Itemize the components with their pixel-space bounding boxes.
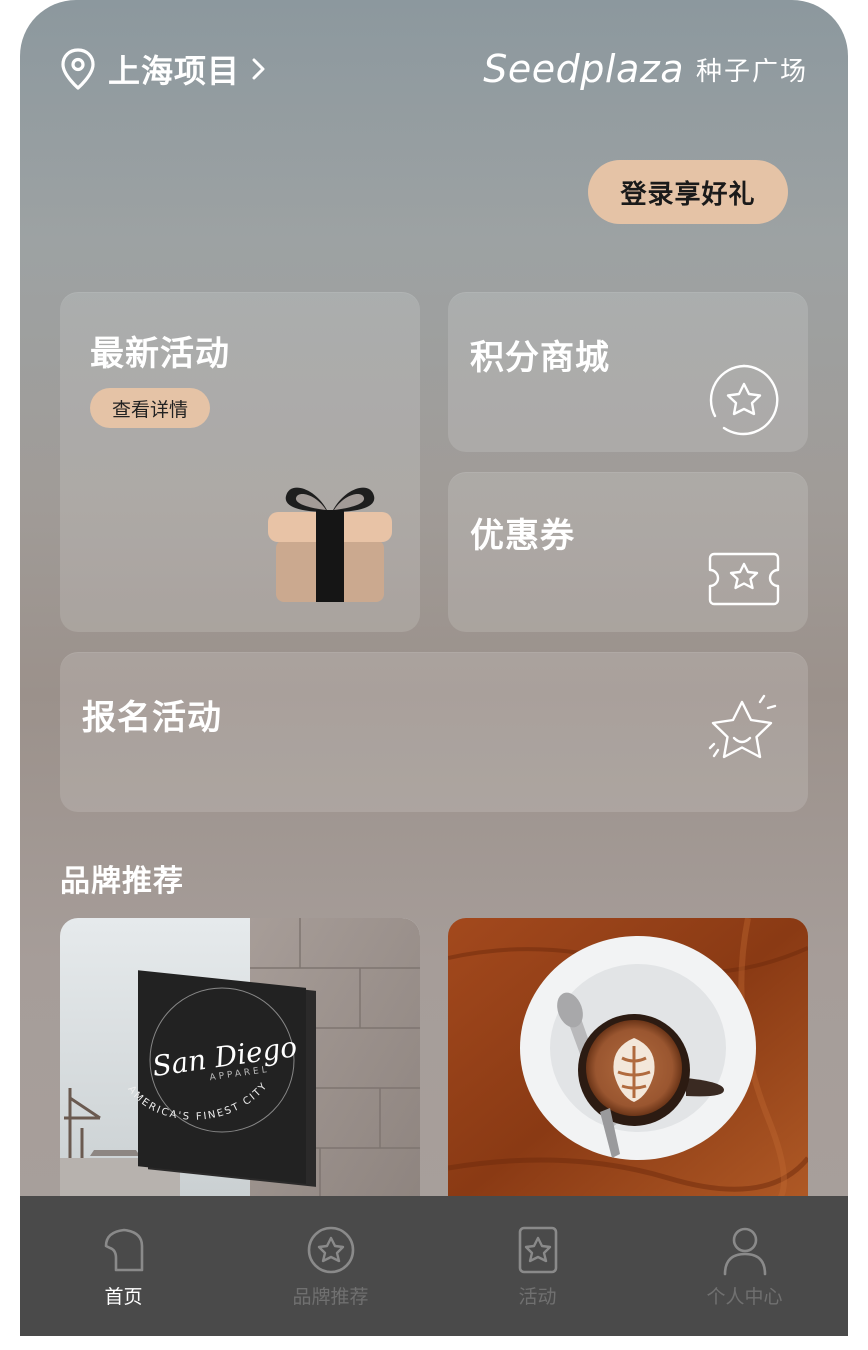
location-name: 上海项目 <box>108 52 241 90</box>
tab-brand-recommend[interactable]: 品牌推荐 <box>227 1196 434 1336</box>
latest-activity-card[interactable]: 最新活动 查看详情 <box>60 292 420 632</box>
tab-activity-label: 活动 <box>518 1286 557 1308</box>
brand-card-coffee[interactable] <box>448 918 808 1208</box>
coupon-title: 优惠券 <box>470 516 575 556</box>
tab-profile[interactable]: 个人中心 <box>641 1196 848 1336</box>
user-icon <box>723 1227 766 1276</box>
home-icon <box>104 1228 143 1272</box>
signup-activity-title: 报名活动 <box>82 698 222 738</box>
sparkle-star-icon <box>708 694 777 759</box>
tab-home-label: 首页 <box>104 1286 143 1308</box>
tab-profile-label: 个人中心 <box>706 1286 783 1308</box>
star-badge-icon <box>709 364 779 436</box>
brand-badge-icon <box>307 1226 354 1274</box>
activity-card-icon <box>518 1226 557 1274</box>
coupon-ticket-icon <box>708 552 780 606</box>
bottom-tab-bar: 首页 品牌推荐 活动 个人中心 <box>20 1196 848 1336</box>
brand-logo: Seedplaza 种子广场 <box>483 46 808 92</box>
signup-activity-card[interactable]: 报名活动 <box>60 652 808 812</box>
tab-activity[interactable]: 活动 <box>434 1196 641 1336</box>
header: 上海项目 Seedplaza 种子广场 <box>20 0 848 140</box>
chevron-right-icon <box>252 58 265 80</box>
brand-name-en: Seedplaza <box>483 47 684 91</box>
location-pin-icon <box>61 48 95 90</box>
gift-icon <box>268 487 392 602</box>
brand-card-san-diego[interactable]: San Diego APPAREL AMERICA'S FINEST CITY <box>60 918 420 1208</box>
brand-recommend-title: 品牌推荐 <box>60 864 184 899</box>
location-selector[interactable]: 上海项目 <box>58 46 268 92</box>
points-mall-title: 积分商城 <box>470 338 610 378</box>
latest-activity-title: 最新活动 <box>90 334 230 374</box>
view-details-button[interactable]: 查看详情 <box>90 388 210 428</box>
login-reward-button[interactable]: 登录享好礼 <box>588 160 788 224</box>
tab-brand-recommend-label: 品牌推荐 <box>292 1286 369 1308</box>
app-screen: 上海项目 Seedplaza 种子广场 登录享好礼 最新活动 查看详情 积分商城 <box>20 0 848 1336</box>
latte-art-coffee-image <box>448 918 808 1208</box>
brand-name-cn: 种子广场 <box>695 56 808 87</box>
tab-home[interactable]: 首页 <box>20 1196 227 1336</box>
points-mall-card[interactable]: 积分商城 <box>448 292 808 452</box>
coupon-card[interactable]: 优惠券 <box>448 472 808 632</box>
san-diego-sign-image: San Diego APPAREL AMERICA'S FINEST CITY <box>60 918 420 1208</box>
